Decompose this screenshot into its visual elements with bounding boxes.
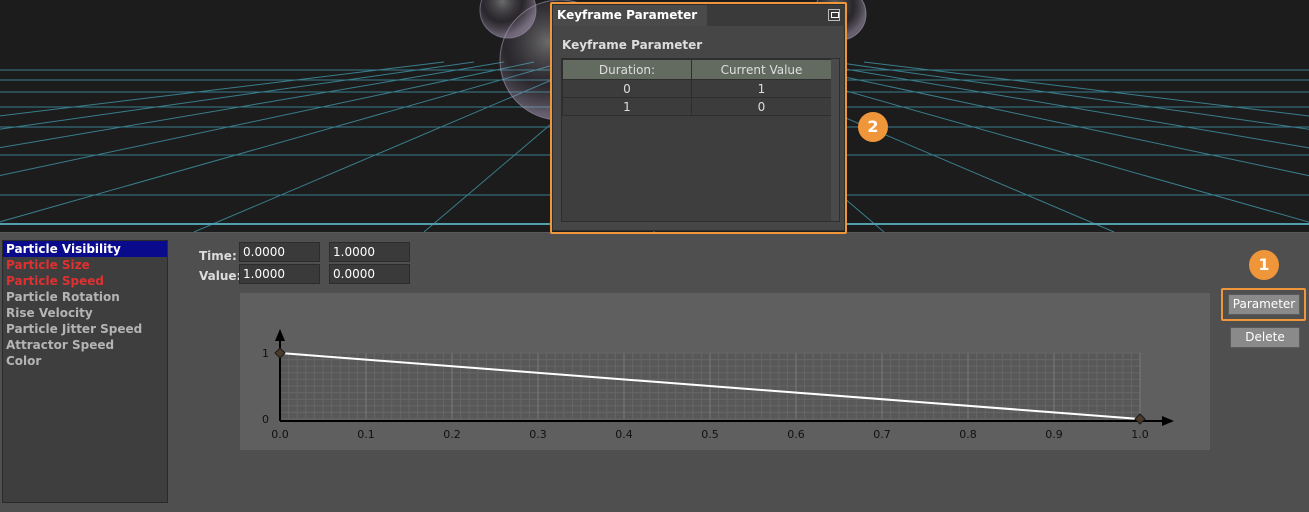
curve-item[interactable]: Particle Size (3, 257, 167, 273)
curve-chart[interactable]: 0.0 0.1 0.2 0.3 0.4 0.5 0.6 0.7 0.8 0.9 1.0 0 1 (240, 293, 1210, 450)
parameter-highlight (1221, 288, 1306, 321)
grid-line (0, 61, 565, 223)
curve-item[interactable]: Particle Visibility (3, 241, 167, 257)
x-axis-arrow-icon (1162, 416, 1174, 426)
step-badge-2: 2 (858, 112, 888, 142)
x-tick-label: 0.9 (1045, 428, 1063, 441)
x-tick-label: 0.1 (357, 428, 375, 441)
x-tick-label: 0.6 (787, 428, 805, 441)
dialog-highlight (550, 2, 847, 234)
curve-item[interactable]: Rise Velocity (3, 305, 167, 321)
x-tick-label: 0.4 (615, 428, 633, 441)
x-tick-label: 0.3 (529, 428, 547, 441)
value-start-field[interactable]: 1.0000 (239, 264, 320, 284)
y-axis-arrow-icon (275, 329, 285, 341)
step-badge-1: 1 (1249, 250, 1279, 280)
x-tick-label: 0.2 (443, 428, 461, 441)
curve-item[interactable]: Particle Speed (3, 273, 167, 289)
time-end-field[interactable]: 1.0000 (329, 242, 410, 262)
grid-line (0, 61, 505, 149)
curve-item[interactable]: Color (3, 353, 167, 369)
curve-graph[interactable]: 0.0 0.1 0.2 0.3 0.4 0.5 0.6 0.7 0.8 0.9 1.0 0 1 (240, 293, 1210, 450)
x-tick-label: 0.8 (959, 428, 977, 441)
x-tick-label: 0.7 (873, 428, 891, 441)
x-tick-label: 0.0 (271, 428, 289, 441)
curve-item[interactable]: Attractor Speed (3, 337, 167, 353)
x-tick-label: 1.0 (1131, 428, 1149, 441)
y-tick-label: 0 (262, 413, 269, 426)
value-end-field[interactable]: 0.0000 (329, 264, 410, 284)
value-label: Value: (199, 269, 242, 283)
time-start-field[interactable]: 0.0000 (239, 242, 320, 262)
x-tick-label: 0.5 (701, 428, 719, 441)
time-label: Time: (199, 249, 237, 263)
curve-item[interactable]: Particle Rotation (3, 289, 167, 305)
grid-line (863, 61, 1309, 117)
curve-list[interactable]: Particle Visibility Particle Size Particle… (2, 240, 168, 503)
curve-item[interactable]: Particle Jitter Speed (3, 321, 167, 337)
grid-line (0, 61, 445, 117)
y-tick-label: 1 (262, 347, 269, 360)
delete-button[interactable]: Delete (1230, 327, 1300, 348)
grid-line (803, 61, 1309, 149)
